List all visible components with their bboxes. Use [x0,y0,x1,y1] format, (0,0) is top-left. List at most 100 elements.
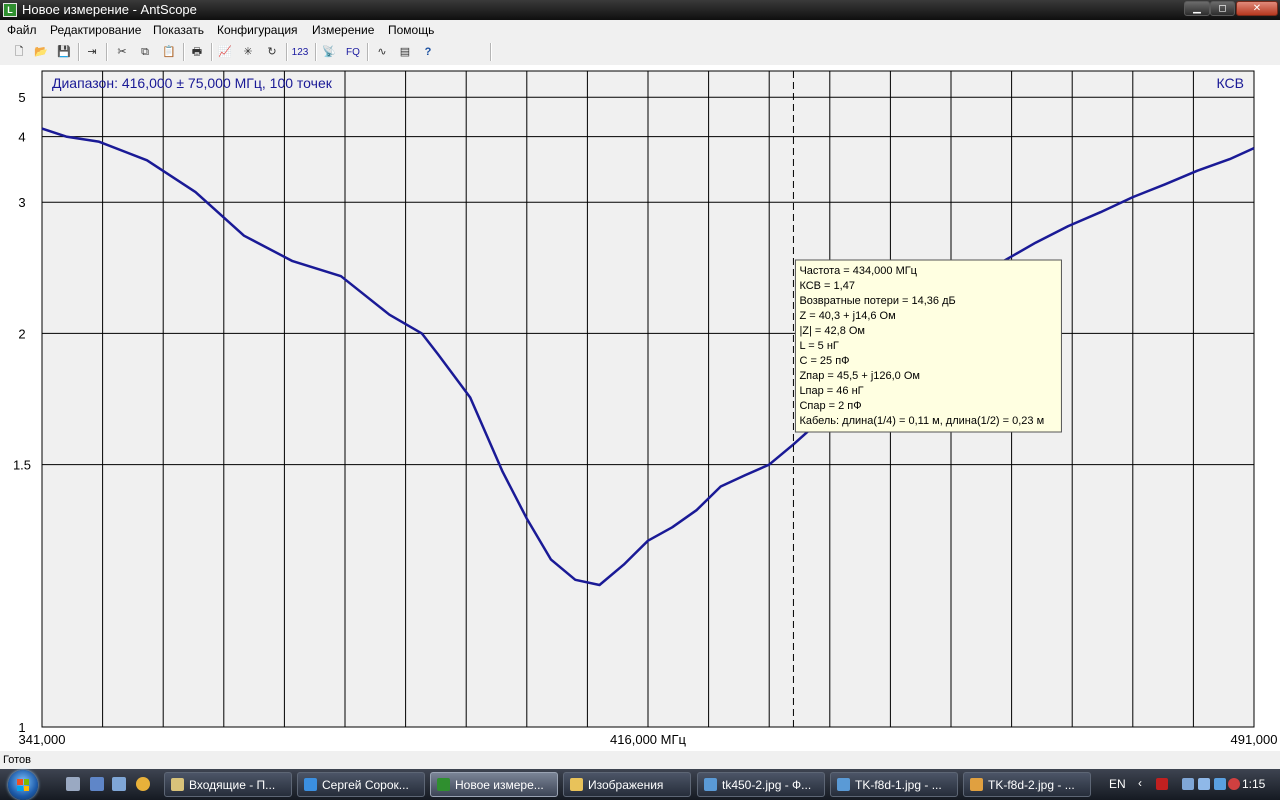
tooltip-line: Z = 40,3 + j14,6 Ом [799,310,895,322]
export-button[interactable]: ⇥ [83,43,101,61]
antenna-button[interactable]: 📡 [320,43,338,61]
taskbar-button[interactable]: Изображения [563,772,691,797]
tooltip-line: Lпар = 46 нГ [799,385,863,397]
frequency-button[interactable]: FQ [344,43,362,61]
print-button[interactable]: 🖶 [188,43,206,61]
shield-tray-icon[interactable] [1214,778,1226,790]
y-tick-label: 5 [18,90,25,105]
menu-bar: Файл Редактирование Показать Конфигураци… [0,20,1280,40]
copy-button[interactable]: ⧉ [136,43,154,61]
tooltip-line: C = 25 пФ [799,355,849,367]
open-file-button[interactable]: 📂 [32,43,50,61]
taskbar-button[interactable]: TK-f8d-1.jpg - ... [830,772,958,797]
new-file-button[interactable]: 🗋 [10,43,28,61]
menu-configuration[interactable]: Конфигурация [217,22,298,38]
graph-button[interactable]: 📈 [216,43,234,61]
toolbar-separator [367,43,369,61]
tooltip-line: |Z| = 42,8 Ом [799,325,865,337]
tooltip-line: Cпар = 2 пФ [799,400,861,412]
taskbar-button[interactable]: Новое измере... [430,772,558,797]
numeric-display-button[interactable]: 123 [291,43,309,61]
folder-icon [570,778,583,791]
refresh-icon: ↻ [267,46,277,58]
close-button[interactable]: ✕ [1236,1,1278,16]
title-bar: L Новое измерение - AntScope ▁ ◻ ✕ [0,0,1280,20]
monitor-tray-icon[interactable] [1198,778,1210,790]
minimize-button[interactable]: ▁ [1184,1,1210,16]
tooltip-line: L = 5 нГ [799,340,838,352]
start-button[interactable] [8,770,38,800]
plot-area[interactable]: 1 1.5 2 3 4 5 341,000 416,000 МГц 491,000 Диапазо… [0,65,1280,751]
export-icon: ⇥ [87,46,97,58]
notes-button[interactable]: ▤ [396,43,414,61]
minimize-icon: ▁ [1193,3,1201,14]
network-tray-icon[interactable] [1182,778,1194,790]
taskbar-button[interactable]: Сергей Сорок... [297,772,425,797]
antscope-app-icon: L [3,3,17,17]
taskbar-button[interactable]: Входящие - П... [164,772,292,797]
taskbar-button[interactable]: TK-f8d-2.jpg - ... [963,772,1091,797]
language-indicator[interactable]: EN [1109,777,1126,791]
taskbar-button[interactable]: tk450-2.jpg - Ф... [697,772,825,797]
status-text: Готов [3,754,31,766]
clock[interactable]: 1:15 [1242,777,1265,791]
antscope-app-icon [437,778,450,791]
menu-view[interactable]: Показать [153,22,204,38]
y-tick-label: 3 [18,195,25,210]
toolbar-separator [78,43,80,61]
toolbar-separator [211,43,213,61]
volume-muted-icon[interactable] [1228,778,1240,790]
system-tray: EN ‹ 1:15 [1100,769,1280,800]
window-title: Новое измерение - AntScope [22,2,197,17]
antivirus-tray-icon[interactable] [1156,778,1168,790]
smith-chart-button[interactable]: ✳ [239,43,257,61]
tooltip-line: Zпар = 45,5 + j126,0 Ом [799,370,920,382]
copy-icon: ⧉ [141,46,149,58]
monitor-icon[interactable] [112,777,126,791]
taskbar-button-label: Изображения [588,778,664,792]
ie-icon [304,778,317,791]
toolbar-separator [490,43,492,61]
taskbar-button-label: TK-f8d-2.jpg - ... [988,778,1075,792]
status-bar: Готов [0,751,1280,769]
numbers-icon: 123 [291,47,309,58]
waveform-button[interactable]: ∿ [373,43,391,61]
switch-windows-icon[interactable] [90,777,104,791]
x-tick-label: 341,000 [19,732,66,747]
refresh-button[interactable]: ↻ [263,43,281,61]
menu-help[interactable]: Помощь [388,22,434,38]
menu-file[interactable]: Файл [7,22,37,38]
taskbar: Входящие - П... Сергей Сорок... Новое изме… [0,769,1280,800]
menu-measurement[interactable]: Измерение [312,22,374,38]
tooltip-line: КСВ = 1,47 [799,280,855,292]
menu-edit[interactable]: Редактирование [50,22,141,38]
floppy-disk-icon: 💾 [57,46,71,58]
paint-icon [970,778,983,791]
image-viewer-icon [704,778,717,791]
paste-button[interactable]: 📋 [160,43,178,61]
close-icon: ✕ [1252,3,1262,14]
show-desktop-icon[interactable] [66,777,80,791]
fq-icon: FQ [346,47,360,58]
maximize-button[interactable]: ◻ [1210,1,1235,16]
chevron-left-icon[interactable]: ‹ [1138,776,1142,790]
taskbar-button-label: TK-f8d-1.jpg - ... [855,778,942,792]
tooltip-line: Частота = 434,000 МГц [799,265,917,277]
printer-icon: 🖶 [191,46,203,58]
chrome-icon[interactable] [136,777,150,791]
notes-icon: ▤ [399,46,411,58]
toolbar-separator [286,43,288,61]
taskbar-button-label: Новое измере... [455,778,544,792]
tooltip-line: Возвратные потери = 14,36 дБ [799,295,955,307]
antenna-icon: 📡 [322,46,336,58]
tooltip-line: Кабель: длина(1/4) = 0,11 м, длина(1/2) … [799,415,1044,427]
save-button[interactable]: 💾 [55,43,73,61]
x-tick-label: 491,000 [1231,732,1278,747]
y-tick-label: 4 [18,130,25,145]
help-button[interactable]: ? [419,43,437,61]
vswr-chart[interactable]: 11.52345341,000 416,000 МГц 491,000Диапазо… [0,65,1280,751]
taskbar-button-label: tk450-2.jpg - Ф... [722,778,812,792]
cut-button[interactable]: ✂ [113,43,131,61]
toolbar: 🗋 📂 💾 ⇥ ✂ ⧉ 📋 🖶 📈 ✳ ↻ 123 📡 FQ ∿ ▤? [0,40,1280,66]
taskbar-button-label: Сергей Сорок... [322,778,409,792]
